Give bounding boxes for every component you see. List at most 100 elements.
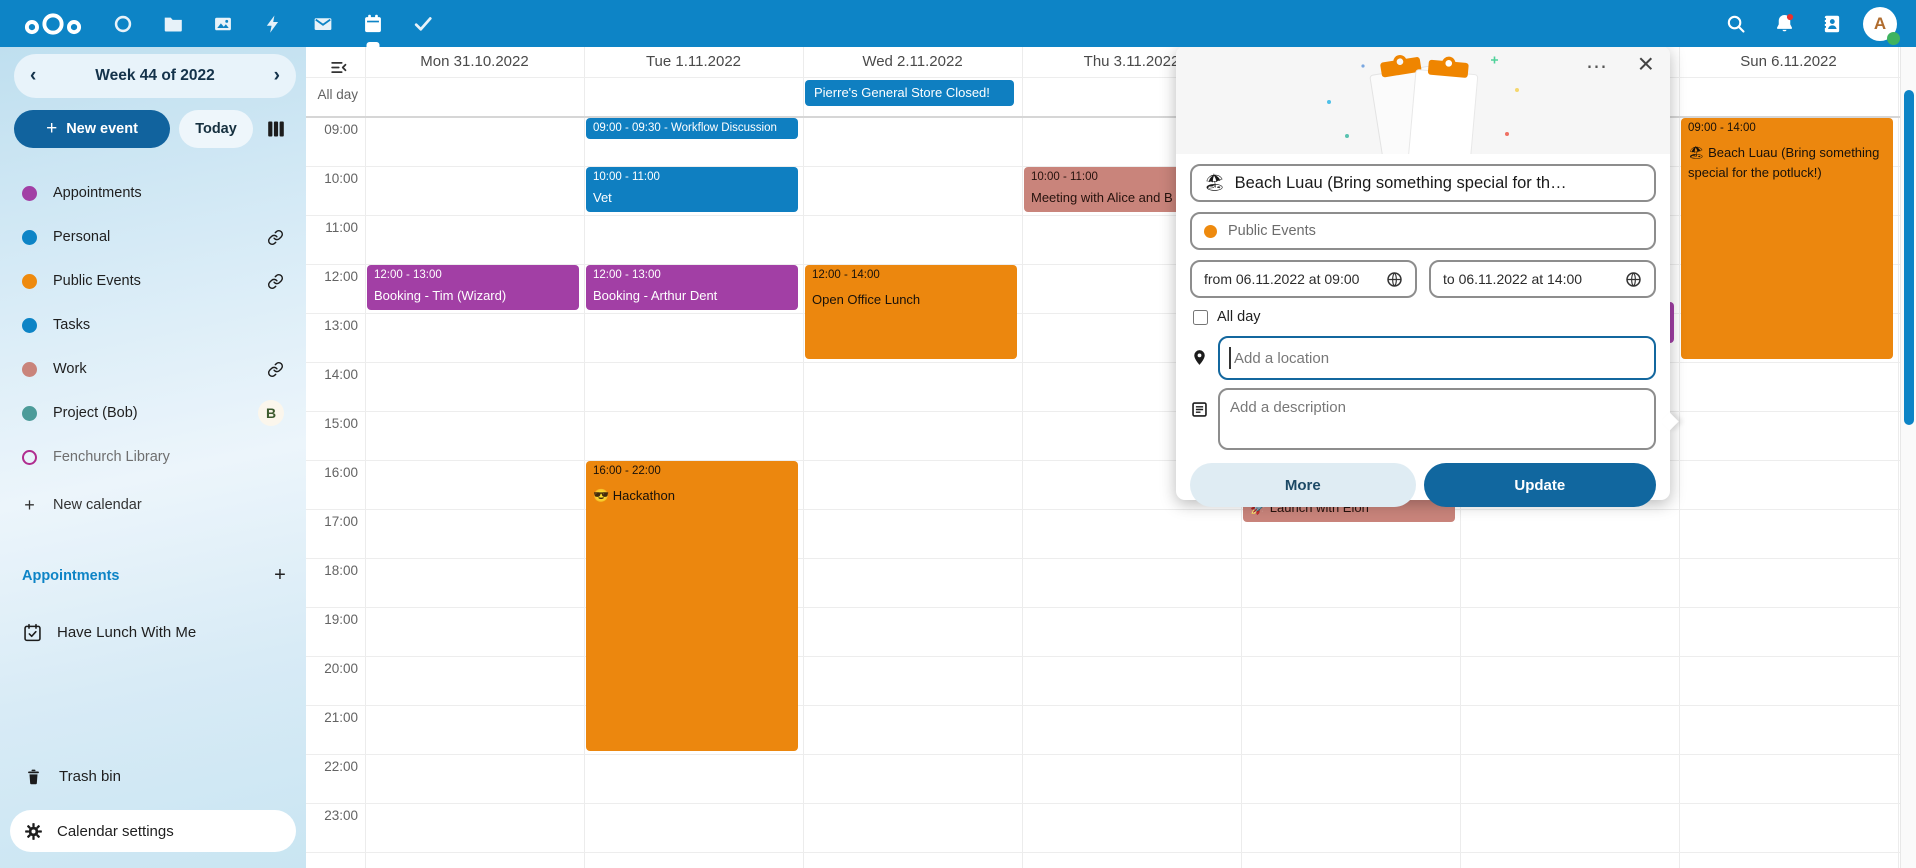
event-title-value: Beach Luau (Bring something special for … (1235, 174, 1642, 193)
contacts-icon (1821, 13, 1843, 35)
all-day-toggle-row: All day (1193, 309, 1656, 325)
start-datetime-field[interactable]: from 06.11.2022 at 09:00 (1190, 260, 1417, 298)
calendar-select[interactable]: Public Events (1190, 212, 1656, 250)
calendar-settings-button[interactable]: Calendar settings (10, 810, 296, 852)
calendar-color-dot (22, 318, 37, 333)
all-day-event[interactable]: Pierre's General Store Closed! (805, 80, 1014, 106)
description-input[interactable] (1218, 388, 1656, 450)
calendar-item-appointments[interactable]: Appointments (10, 171, 296, 215)
more-button[interactable]: More (1190, 463, 1416, 507)
timezone-globe-icon[interactable] (1386, 271, 1403, 288)
calendar-color-dot (22, 362, 37, 377)
topbar-right-actions: A (1712, 0, 1904, 47)
next-week-button[interactable]: › (274, 54, 280, 98)
all-day-checkbox[interactable] (1193, 310, 1208, 325)
calendar-item-tasks[interactable]: Tasks (10, 303, 296, 347)
event-time: 12:00 - 13:00 (374, 269, 572, 281)
collapse-all-day-button[interactable] (326, 55, 350, 79)
update-button[interactable]: Update (1424, 463, 1656, 507)
new-event-button[interactable]: + New event (14, 110, 170, 148)
all-day-label: All day (306, 87, 358, 102)
calendar-ring-icon (22, 450, 37, 465)
week-navigation: ‹ Week 44 of 2022 › (14, 54, 296, 98)
top-header-bar: A (0, 0, 1916, 47)
user-menu-button[interactable]: A (1856, 0, 1904, 47)
search-button[interactable] (1712, 0, 1760, 47)
event[interactable]: 12:00 - 14:00Open Office Lunch (805, 265, 1017, 359)
hour-label: 14:00 (306, 367, 358, 382)
trash-icon (24, 767, 43, 786)
vertical-scrollbar (1900, 47, 1916, 868)
event[interactable]: 09:00 - 14:00🏖 Beach Luau (Bring somethi… (1681, 118, 1893, 359)
calendar-item-label: Public Events (53, 273, 267, 289)
dashboard-icon (112, 13, 134, 35)
event[interactable]: 09:00 - 09:30 - Workflow Discussion (586, 118, 798, 139)
timezone-globe-icon[interactable] (1625, 271, 1642, 288)
hour-line (306, 607, 1900, 608)
event-title: 😎 Hackathon (593, 486, 791, 506)
notifications-button[interactable] (1760, 0, 1808, 47)
app-photos-button[interactable] (198, 0, 248, 47)
plus-icon: + (22, 495, 37, 516)
location-pin-icon (1190, 336, 1218, 380)
collapse-icon (329, 58, 348, 77)
location-input[interactable] (1218, 336, 1656, 380)
appointment-item-label: Have Lunch With Me (57, 624, 196, 641)
calendar-item-label: Appointments (53, 185, 284, 201)
hour-line (306, 754, 1900, 755)
previous-week-button[interactable]: ‹ (30, 54, 36, 98)
share-link-icon[interactable] (267, 229, 284, 246)
share-link-icon[interactable] (267, 273, 284, 290)
activity-icon (262, 13, 284, 35)
event-time: 16:00 - 22:00 (593, 465, 791, 477)
event[interactable]: 10:00 - 11:00Vet (586, 167, 798, 212)
event[interactable]: 12:00 - 13:00Booking - Arthur Dent (586, 265, 798, 310)
app-files-button[interactable] (148, 0, 198, 47)
hour-label: 18:00 (306, 563, 358, 578)
new-calendar-button[interactable]: + New calendar (10, 483, 296, 527)
scrollbar-thumb[interactable] (1904, 90, 1914, 425)
tasks-icon (412, 13, 434, 35)
appointments-section-heading: Appointments (22, 563, 119, 589)
event-title-input[interactable]: 🏖 Beach Luau (Bring something special fo… (1190, 164, 1656, 202)
day-header-0: Mon 31.10.2022 (365, 47, 584, 77)
event-time: 12:00 - 13:00 (593, 269, 791, 281)
app-activity-button[interactable] (248, 0, 298, 47)
calendar-item-label: Project (Bob) (53, 405, 258, 421)
new-event-label: New event (66, 121, 138, 137)
share-link-icon[interactable] (267, 361, 284, 378)
hour-label: 12:00 (306, 269, 358, 284)
nextcloud-logo-icon[interactable] (22, 11, 86, 37)
sidebar: ‹ Week 44 of 2022 › + New event Today Ap… (0, 47, 306, 868)
calendar-item-personal[interactable]: Personal (10, 215, 296, 259)
calendar-item-project-bob[interactable]: Project (Bob)B (10, 391, 296, 435)
all-day-checkbox-label: All day (1217, 309, 1261, 325)
start-datetime-value: from 06.11.2022 at 09:00 (1204, 271, 1359, 287)
event-title: Booking - Tim (Wizard) (374, 286, 572, 306)
close-icon[interactable]: × (1638, 48, 1654, 80)
hour-label: 11:00 (306, 220, 358, 235)
calendar-item-fenchurch-library[interactable]: Fenchurch Library (10, 435, 296, 479)
app-mail-button[interactable] (298, 0, 348, 47)
calendar-color-dot (22, 230, 37, 245)
calendar-item-public-events[interactable]: Public Events (10, 259, 296, 303)
grid-column-line (365, 47, 366, 868)
location-input-wrap (1218, 336, 1656, 380)
popover-actions-button[interactable]: ⋯ (1586, 54, 1608, 79)
view-columns-button[interactable] (263, 116, 289, 142)
app-tasks-button[interactable] (398, 0, 448, 47)
add-appointment-config-button[interactable]: + (264, 559, 296, 591)
calendar-item-work[interactable]: Work (10, 347, 296, 391)
end-datetime-field[interactable]: to 06.11.2022 at 14:00 (1429, 260, 1656, 298)
event[interactable]: 12:00 - 13:00 Booking - Tim (Wizard) (367, 265, 579, 310)
calendar-icon (362, 13, 384, 35)
contacts-menu-button[interactable] (1808, 0, 1856, 47)
appointment-item-have-lunch-with-me[interactable]: Have Lunch With Me (10, 610, 296, 654)
event-title: 🏖 Beach Luau (Bring something special fo… (1688, 143, 1886, 183)
trash-bin-button[interactable]: Trash bin (10, 754, 296, 798)
app-calendar-button[interactable] (348, 0, 398, 47)
today-button[interactable]: Today (179, 110, 253, 148)
day-header-2: Wed 2.11.2022 (803, 47, 1022, 77)
app-dashboard-button[interactable] (98, 0, 148, 47)
event[interactable]: 16:00 - 22:00 😎 Hackathon (586, 461, 798, 751)
